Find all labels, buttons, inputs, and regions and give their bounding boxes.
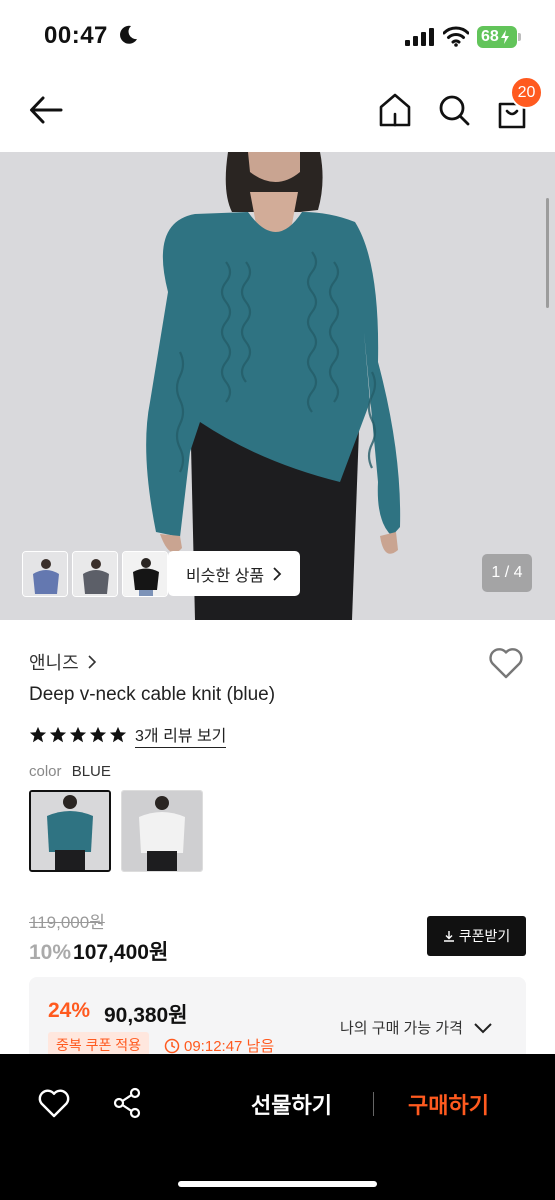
similar-products-button[interactable]: 비슷한 상품: [168, 551, 300, 596]
charging-icon: [500, 30, 509, 44]
color-value: BLUE: [71, 763, 111, 780]
sale-price: 107,400원: [73, 941, 169, 964]
share-icon[interactable]: [112, 1087, 142, 1119]
bottom-action-bar: 선물하기 구매하기: [0, 1054, 555, 1200]
star-icon: [49, 726, 67, 743]
star-icon: [69, 726, 87, 743]
rating-row: 3개 리뷰 보기: [29, 722, 227, 748]
moon-icon: [120, 25, 137, 44]
image-counter: 1 / 4: [482, 554, 532, 592]
timer-text: 09:12:47 남음: [184, 1038, 275, 1055]
home-indicator: [178, 1181, 377, 1187]
brand-name: 앤니즈: [29, 653, 79, 673]
similar-thumbnail[interactable]: [72, 551, 118, 597]
status-time: 00:47: [44, 22, 108, 49]
brand-link[interactable]: 앤니즈: [29, 649, 97, 675]
status-bar: 00:47 68: [0, 0, 555, 70]
chevron-right-icon: [88, 655, 96, 669]
star-icon: [109, 726, 127, 743]
battery-indicator: 68: [477, 26, 517, 48]
signal-icon: [405, 28, 434, 46]
wishlist-heart-icon[interactable]: [488, 646, 524, 680]
review-link[interactable]: 3개 리뷰 보기: [135, 722, 227, 748]
product-title: Deep v-neck cable knit (blue): [29, 684, 276, 705]
my-price-toggle[interactable]: 나의 구매 가능 가격: [340, 1017, 493, 1038]
similar-thumbnail[interactable]: [122, 551, 168, 597]
star-icon: [29, 726, 47, 743]
color-row: color BLUE: [29, 763, 111, 780]
color-swatch-blue[interactable]: [29, 790, 111, 872]
buy-button[interactable]: 구매하기: [408, 1088, 489, 1120]
battery-tip: [518, 33, 521, 41]
gift-button[interactable]: 선물하기: [251, 1088, 332, 1120]
chevron-right-icon: [273, 566, 282, 581]
star-icon: [89, 726, 107, 743]
back-arrow-icon[interactable]: [28, 92, 64, 128]
my-price: 90,380원: [104, 1004, 188, 1027]
similar-thumbnail[interactable]: [22, 551, 68, 597]
product-image-gallery[interactable]: 비슷한 상품 1 / 4: [0, 152, 555, 620]
home-icon[interactable]: [378, 92, 412, 128]
clock-icon: [164, 1038, 180, 1053]
heart-icon[interactable]: [38, 1088, 70, 1118]
color-swatch-white[interactable]: [121, 790, 203, 872]
my-discount-rate: 24%: [48, 999, 91, 1022]
scroll-indicator: [546, 198, 549, 308]
price-row: 10% 107,400원: [29, 936, 168, 966]
get-coupon-label: 쿠폰받기: [458, 928, 511, 944]
similar-thumbnails: [22, 551, 168, 597]
battery-level: 68: [481, 28, 499, 45]
color-swatches: [29, 790, 203, 872]
discount-rate: 10%: [29, 941, 72, 964]
coupon-timer: 09:12:47 남음: [164, 1035, 274, 1056]
color-label: color: [29, 763, 62, 780]
cart-count-badge: 20: [510, 76, 543, 109]
get-coupon-button[interactable]: 쿠폰받기: [427, 916, 526, 956]
search-icon[interactable]: [437, 92, 471, 128]
product-photo: [0, 152, 555, 620]
divider: [373, 1092, 374, 1116]
chevron-down-icon: [474, 1022, 492, 1033]
top-nav: 20: [0, 70, 555, 152]
similar-products-label: 비슷한 상품: [186, 567, 265, 585]
my-price-label: 나의 구매 가능 가격: [340, 1020, 463, 1037]
wifi-icon: [443, 26, 469, 47]
star-rating: [29, 726, 127, 744]
original-price: 119,000원: [29, 913, 105, 932]
coupon-tag: 중복 쿠폰 적용: [48, 1032, 150, 1056]
download-icon: [443, 931, 454, 942]
